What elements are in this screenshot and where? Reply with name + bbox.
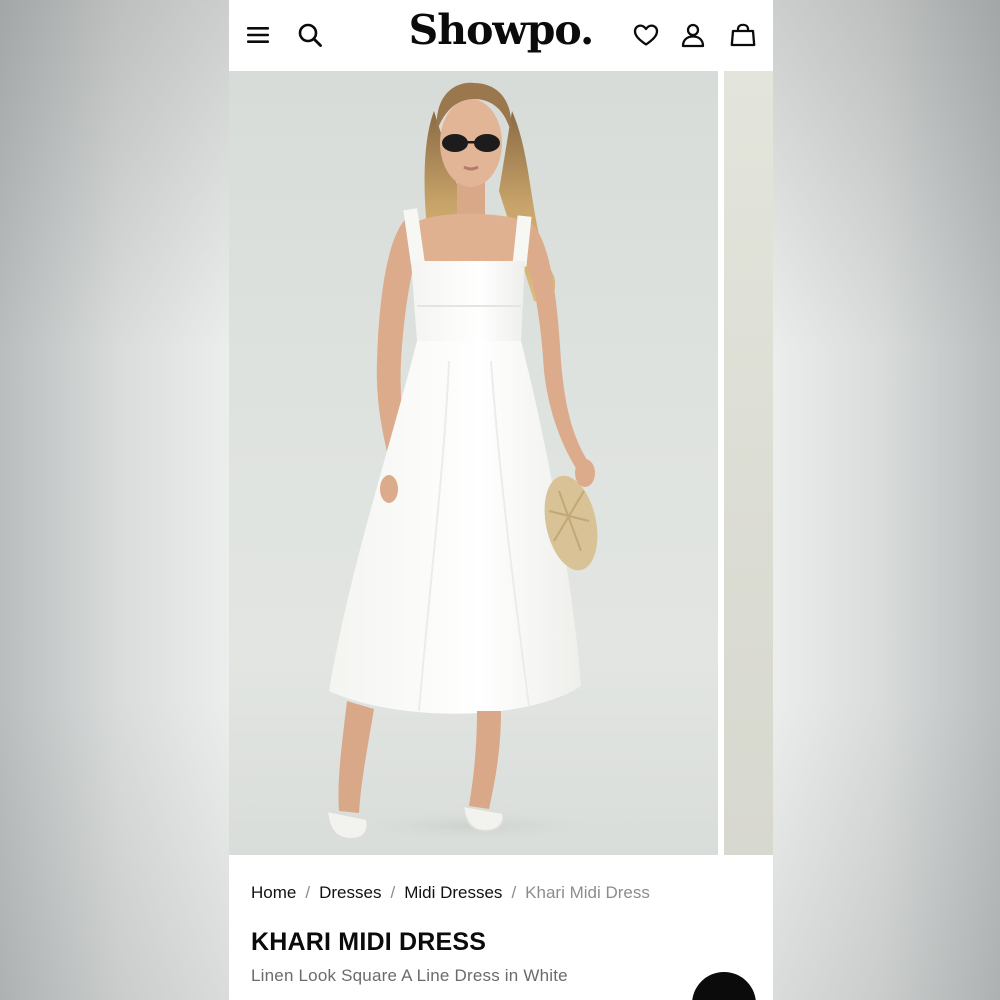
product-image-next-peek[interactable] — [724, 71, 773, 855]
product-title: KHARI MIDI DRESS — [251, 928, 487, 956]
wishlist-button[interactable] — [629, 18, 663, 52]
breadcrumb-separator: / — [390, 883, 396, 902]
chat-button[interactable] — [692, 972, 756, 1000]
site-header: Showpo. — [229, 0, 773, 71]
account-button[interactable] — [676, 18, 710, 52]
breadcrumb: Home / Dresses / Midi Dresses / Khari Midi Dre… — [251, 883, 650, 903]
breadcrumb-separator: / — [305, 883, 311, 902]
product-gallery[interactable] — [229, 71, 773, 855]
bag-button[interactable] — [726, 18, 760, 52]
breadcrumb-separator: / — [511, 883, 517, 902]
breadcrumb-dresses[interactable]: Dresses — [319, 883, 381, 902]
breadcrumb-midi-dresses[interactable]: Midi Dresses — [404, 883, 502, 902]
user-icon — [681, 23, 705, 48]
breadcrumb-home[interactable]: Home — [251, 883, 296, 902]
breadcrumb-current: Khari Midi Dress — [525, 883, 650, 902]
heart-icon — [633, 24, 659, 46]
product-subtitle: Linen Look Square A Line Dress in White — [251, 966, 568, 985]
chat-icon — [692, 986, 756, 1000]
product-info: Home / Dresses / Midi Dresses / Khari Midi Dre… — [229, 855, 773, 1000]
mobile-page: Showpo. Home / Dresses / Midi Dresses / … — [229, 0, 773, 1000]
bag-icon — [730, 23, 756, 47]
model-photo-illustration — [324, 82, 624, 844]
product-image-main[interactable] — [229, 71, 718, 855]
